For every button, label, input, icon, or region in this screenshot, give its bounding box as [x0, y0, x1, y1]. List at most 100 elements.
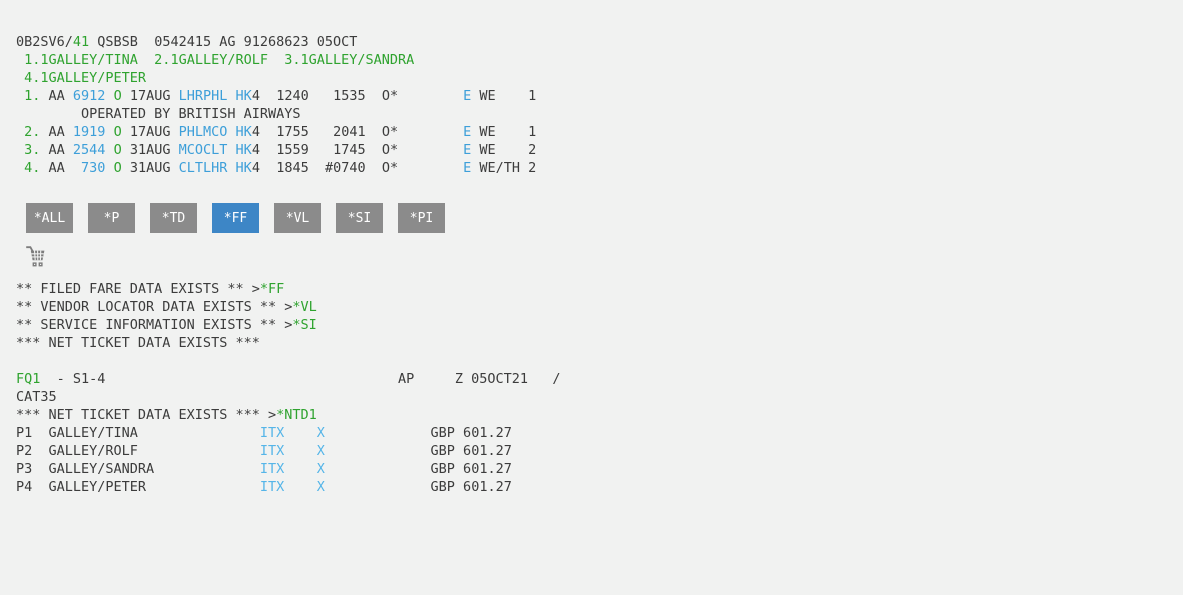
shopping-cart-glyph: [26, 246, 45, 267]
carrier-code: AA: [40, 142, 73, 158]
fare-amount: GBP 601.27: [324, 443, 512, 459]
segment-number[interactable]: 3.: [24, 142, 40, 158]
fare-indicator-link[interactable]: X: [317, 479, 325, 495]
fare-type-link[interactable]: ITX: [260, 425, 284, 441]
text-segment: [16, 124, 24, 140]
text-segment: [284, 479, 317, 495]
fare-type-link[interactable]: ITX: [260, 443, 284, 459]
carrier-code: AA: [40, 88, 73, 104]
command-link-ntd1[interactable]: *NTD1: [276, 407, 317, 423]
passenger-names[interactable]: 1.1GALLEY/TINA 2.1GALLEY/ROLF 3.1GALLEY/…: [24, 52, 414, 68]
passenger-fare-name: P1 GALLEY/TINA: [16, 425, 138, 441]
status-code[interactable]: HK: [236, 142, 252, 158]
text-segment: [227, 160, 235, 176]
pcc-agent-info: QSBSB 0542415 AG 91268623 05OCT: [89, 34, 358, 50]
operated-by-text: OPERATED BY BRITISH AIRWAYS: [16, 106, 301, 122]
passenger-fare-name: P4 GALLEY/PETER: [16, 479, 147, 495]
segment-times: 4 1755 2041 O*: [251, 124, 464, 140]
passenger-names-line-1: 1.1GALLEY/TINA 2.1GALLEY/ROLF 3.1GALLEY/…: [16, 51, 1183, 69]
passenger-fare-row-3: P3 GALLEY/SANDRA ITX X GBP 601.27: [16, 460, 1183, 478]
flight-number[interactable]: 6912: [73, 88, 106, 104]
fare-amount: GBP 601.27: [324, 479, 512, 495]
text-segment: [227, 142, 235, 158]
flight-number[interactable]: 1919: [73, 124, 106, 140]
fare-indicator-link[interactable]: X: [317, 461, 325, 477]
record-locator: 0B2SV6/: [16, 34, 73, 50]
flight-segment-3: 3. AA 2544 O 31AUG MCOCLT HK4 1559 1745 …: [16, 141, 1183, 159]
flight-segment-4: 4. AA 730 O 31AUG CLTLHR HK4 1845 #0740 …: [16, 159, 1183, 177]
text-segment: [227, 124, 235, 140]
filed-fare-message: ** FILED FARE DATA EXISTS ** >*FF: [16, 280, 1183, 298]
shopping-cart-icon[interactable]: [24, 244, 48, 269]
text-segment: [16, 88, 24, 104]
fare-type-link[interactable]: ITX: [260, 479, 284, 495]
status-code[interactable]: HK: [236, 124, 252, 140]
booking-class[interactable]: O: [114, 142, 122, 158]
messages-block: ** FILED FARE DATA EXISTS ** >*FF ** VEND…: [16, 280, 1183, 352]
carrier-code: AA: [40, 124, 73, 140]
gds-terminal-screen: { "palette": { "background": "#f1f2f1", …: [0, 0, 1183, 595]
pnr-block: 0B2SV6/41 QSBSB 0542415 AG 91268623 05OC…: [16, 33, 1183, 177]
button-p[interactable]: *P: [88, 203, 135, 233]
city-pair[interactable]: PHLMCO: [179, 124, 228, 140]
segment-times: 4 1559 1745 O*: [251, 142, 464, 158]
text-segment: [138, 443, 260, 459]
flight-number[interactable]: 730: [81, 160, 105, 176]
segment-number[interactable]: 2.: [24, 124, 40, 140]
operated-by-line: OPERATED BY BRITISH AIRWAYS: [16, 105, 1183, 123]
booking-class[interactable]: O: [114, 160, 122, 176]
fare-type-link[interactable]: ITX: [260, 461, 284, 477]
command-link-vl[interactable]: *VL: [292, 299, 316, 315]
text-segment: [227, 88, 235, 104]
day-of-week: WE 2: [471, 142, 537, 158]
text-segment: [284, 461, 317, 477]
passenger-names-line-2: 4.1GALLEY/PETER: [16, 69, 1183, 87]
net-ticket-data-line: *** NET TICKET DATA EXISTS *** >*NTD1: [16, 406, 1183, 424]
text-segment: [146, 479, 260, 495]
passenger-names[interactable]: 4.1GALLEY/PETER: [24, 70, 146, 86]
fare-amount: GBP 601.27: [324, 425, 512, 441]
fare-indicator-link[interactable]: X: [317, 425, 325, 441]
message-text: *** NET TICKET DATA EXISTS *** >: [16, 407, 277, 423]
status-code[interactable]: HK: [236, 160, 252, 176]
fare-quote-number[interactable]: FQ1: [16, 371, 40, 387]
booking-class[interactable]: O: [114, 124, 122, 140]
segment-times: 4 1845 #0740 O*: [251, 160, 464, 176]
button-td[interactable]: *TD: [150, 203, 197, 233]
text-segment: [16, 160, 24, 176]
text-segment: [16, 52, 24, 68]
city-pair[interactable]: MCOCLT: [179, 142, 228, 158]
text-segment: [284, 443, 317, 459]
text-segment: [105, 160, 113, 176]
booking-class[interactable]: O: [114, 88, 122, 104]
button-si[interactable]: *SI: [336, 203, 383, 233]
cat35-label: CAT35: [16, 389, 57, 405]
flight-number[interactable]: 2544: [73, 142, 106, 158]
vendor-locator-message: ** VENDOR LOCATOR DATA EXISTS ** >*VL: [16, 298, 1183, 316]
button-all[interactable]: *ALL: [26, 203, 73, 233]
pnr-header-line: 0B2SV6/41 QSBSB 0542415 AG 91268623 05OC…: [16, 33, 1183, 51]
command-link-ff[interactable]: *FF: [260, 281, 284, 297]
record-locator-suffix[interactable]: 41: [73, 34, 89, 50]
button-pi[interactable]: *PI: [398, 203, 445, 233]
passenger-fare-row-4: P4 GALLEY/PETER ITX X GBP 601.27: [16, 478, 1183, 496]
service-information-message: ** SERVICE INFORMATION EXISTS ** >*SI: [16, 316, 1183, 334]
message-text: ** FILED FARE DATA EXISTS ** >: [16, 281, 260, 297]
button-vl[interactable]: *VL: [274, 203, 321, 233]
city-pair[interactable]: CLTLHR: [179, 160, 228, 176]
departure-date: 31AUG: [121, 142, 179, 158]
text-segment: [284, 425, 317, 441]
text-segment: [16, 70, 24, 86]
city-pair[interactable]: LHRPHL: [179, 88, 228, 104]
departure-date: 17AUG: [121, 124, 179, 140]
message-text: ** SERVICE INFORMATION EXISTS ** >: [16, 317, 293, 333]
segment-number[interactable]: 4.: [24, 160, 40, 176]
status-code[interactable]: HK: [236, 88, 252, 104]
segment-times: 4 1240 1535 O*: [251, 88, 464, 104]
fare-indicator-link[interactable]: X: [317, 443, 325, 459]
command-link-si[interactable]: *SI: [292, 317, 316, 333]
text-segment: [154, 461, 260, 477]
button-ff[interactable]: *FF: [212, 203, 259, 233]
segment-number[interactable]: 1.: [24, 88, 40, 104]
